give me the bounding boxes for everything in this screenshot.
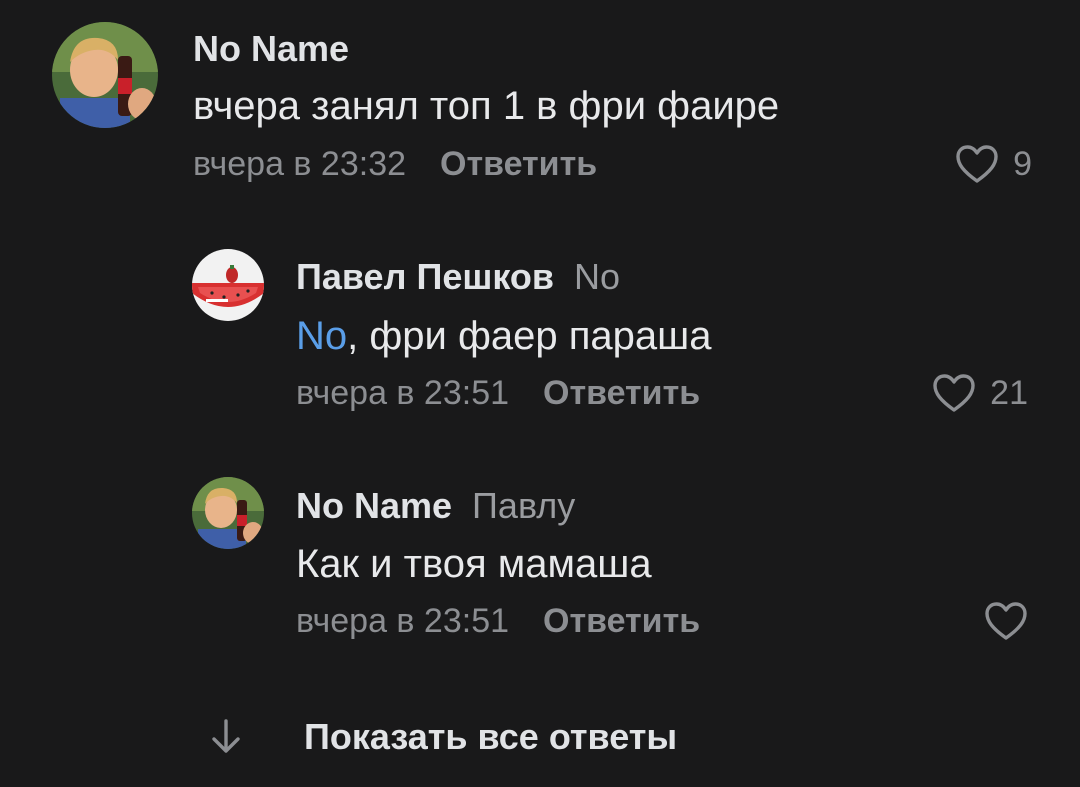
reply-comment: No Name Павлу Как и твоя мамаша вчера в 2… (0, 460, 1080, 660)
avatar-photo (52, 22, 158, 128)
comment-text: вчера занял топ 1 в фри фаире (193, 82, 779, 130)
show-all-replies-label: Показать все ответы (304, 716, 678, 757)
author-name[interactable]: No Name (296, 485, 452, 526)
avatar[interactable] (52, 22, 158, 128)
comment: No Name вчера занял топ 1 в фри фаире вч… (0, 0, 1080, 200)
comment-meta: вчера в 23:51 Ответить (296, 372, 700, 414)
author-line: No Name Павлу (296, 484, 575, 528)
timestamp: вчера в 23:51 (296, 602, 510, 640)
comment-meta: вчера в 23:51 Ответить (296, 600, 700, 642)
mention-link[interactable]: No (296, 314, 347, 358)
heart-icon (985, 602, 1027, 640)
avatar[interactable] (192, 249, 264, 321)
heart-icon (933, 374, 975, 412)
show-all-replies-button[interactable]: Показать все ответы (208, 712, 677, 762)
like-button[interactable]: 21 (932, 372, 1028, 414)
comment-text: Как и твоя мамаша (296, 540, 652, 588)
reply-to-name[interactable]: Павлу (472, 485, 575, 526)
reply-button[interactable]: Ответить (543, 602, 700, 640)
avatar[interactable] (192, 477, 264, 549)
reply-button[interactable]: Ответить (440, 145, 597, 183)
like-button[interactable]: 9 (955, 143, 1032, 185)
avatar-photo (192, 249, 264, 321)
comment-meta: вчера в 23:32 Ответить (193, 143, 597, 185)
timestamp: вчера в 23:51 (296, 374, 510, 412)
reply-button[interactable]: Ответить (543, 374, 700, 412)
arrow-down-icon (212, 719, 240, 753)
like-count: 21 (990, 373, 1028, 412)
like-count: 9 (1013, 144, 1032, 183)
like-button[interactable] (984, 600, 1028, 642)
heart-icon (956, 145, 998, 183)
author-line: Павел Пешков No (296, 255, 620, 299)
comment-body: , фри фаер параша (347, 314, 712, 358)
comment-body: вчера занял топ 1 в фри фаире (193, 84, 780, 128)
author-name[interactable]: No Name (193, 28, 349, 69)
author-name[interactable]: Павел Пешков (296, 256, 554, 297)
avatar-photo (192, 477, 264, 549)
author-line: No Name (193, 27, 349, 71)
reply-to-name[interactable]: No (574, 256, 620, 297)
comment-text: No, фри фаер параша (296, 312, 711, 360)
comment-body: Как и твоя мамаша (296, 542, 652, 586)
reply-comment: Павел Пешков No No, фри фаер параша вчера… (0, 230, 1080, 430)
timestamp: вчера в 23:32 (193, 145, 407, 183)
